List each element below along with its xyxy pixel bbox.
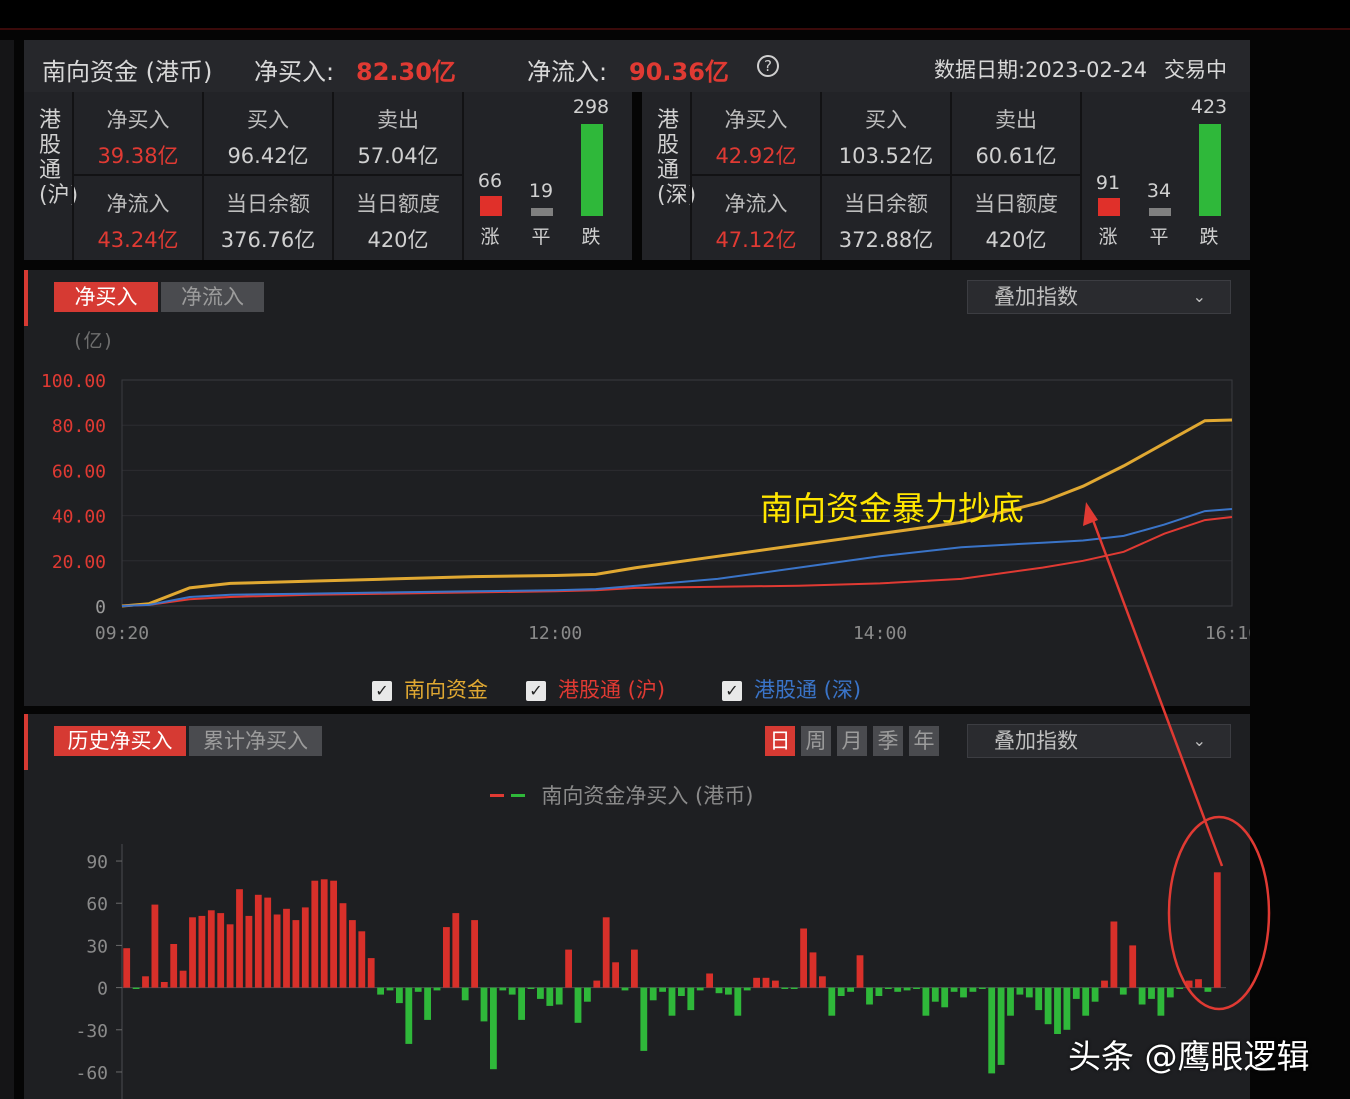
watermark: 头条 @鹰眼逻辑 [1068,1037,1310,1076]
arrow-head-icon [1083,502,1098,526]
annotation-overlay [1083,502,1271,1011]
annotation-arrow [1088,511,1224,867]
annotation-circle [1167,815,1271,1011]
